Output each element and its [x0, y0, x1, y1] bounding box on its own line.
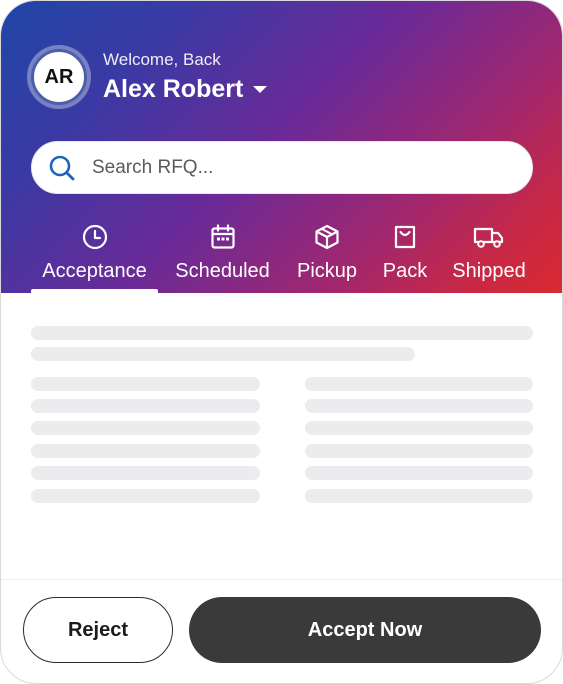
skeleton-line [305, 399, 533, 413]
skeleton-line [305, 377, 533, 391]
tab-label: Scheduled [175, 260, 270, 282]
bag-icon [394, 225, 416, 249]
user-menu[interactable]: Alex Robert [103, 75, 268, 104]
tab-label: Pack [382, 260, 428, 282]
tab-label: Pickup [296, 260, 358, 282]
skeleton-line [31, 489, 260, 503]
reject-button[interactable]: Reject [23, 597, 173, 663]
tab-label: Shipped [452, 260, 526, 282]
avatar[interactable]: AR [31, 49, 87, 105]
tab-pickup[interactable]: Pickup [291, 221, 363, 283]
user-name: Alex Robert [103, 75, 244, 103]
skeleton-line [31, 326, 533, 340]
search-icon [49, 155, 75, 180]
skeleton-line [305, 466, 533, 480]
skeleton-line [31, 444, 260, 458]
caret-down-icon [253, 86, 268, 93]
accept-now-button[interactable]: Accept Now [189, 597, 541, 663]
skeleton-line [31, 466, 260, 480]
skeleton-line [31, 377, 260, 391]
skeleton-line [31, 399, 260, 413]
tab-pack[interactable]: Pack [377, 221, 433, 283]
rfq-card: AR Welcome, Back Alex Robert Search RFQ.… [0, 0, 563, 684]
skeleton-line [31, 347, 415, 361]
skeleton-line [305, 444, 533, 458]
tab-label: Acceptance [42, 260, 147, 282]
tab-scheduled[interactable]: Scheduled [169, 221, 276, 283]
footer-divider [1, 579, 562, 580]
skeleton-line [305, 421, 533, 435]
skeleton-line [305, 489, 533, 503]
package-box-icon [315, 224, 339, 250]
active-tab-indicator [31, 289, 158, 293]
truck-icon [473, 227, 504, 248]
search-input[interactable] [92, 156, 472, 179]
tab-acceptance[interactable]: Acceptance [31, 221, 158, 283]
search-bar[interactable] [31, 141, 533, 194]
calendar-icon [210, 224, 235, 249]
clock-icon [82, 224, 107, 250]
skeleton-line [31, 421, 260, 435]
header: AR Welcome, Back Alex Robert Search RFQ.… [1, 1, 562, 293]
tab-shipped[interactable]: Shipped [447, 221, 531, 283]
status-tabs: Acceptance Scheduled Pickup Pack Shipped [1, 221, 562, 293]
welcome-text: Welcome, Back [103, 50, 221, 69]
